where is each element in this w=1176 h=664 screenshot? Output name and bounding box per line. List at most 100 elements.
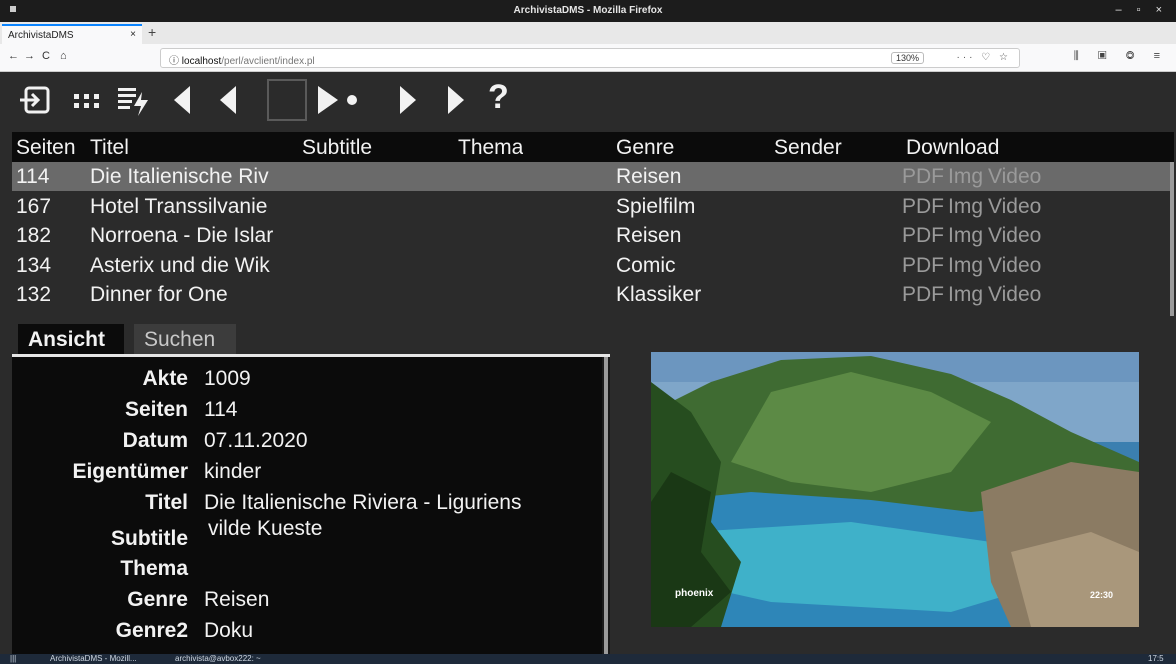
info-icon[interactable]: ⓘ — [169, 56, 182, 67]
col-subtitle[interactable]: Subtitle — [302, 136, 372, 160]
grid-icon[interactable] — [70, 76, 106, 124]
download-img-link[interactable]: Img — [948, 165, 983, 189]
table-scrollbar[interactable] — [1170, 162, 1174, 316]
col-download[interactable]: Download — [906, 136, 999, 160]
download-video-link[interactable]: Video — [988, 224, 1041, 248]
tab-suchen[interactable]: Suchen — [134, 324, 236, 354]
field-value[interactable]: Doku — [204, 619, 253, 643]
download-pdf-link[interactable]: PDF — [902, 224, 944, 248]
taskbar-item-terminal[interactable]: archivista@avbox222: ~ — [175, 654, 261, 663]
url-host: localhost — [181, 56, 222, 67]
field-label: Datum — [122, 429, 188, 452]
col-sender[interactable]: Sender — [774, 136, 842, 160]
field-titel: Titel Die Italienische Riviera - Ligurien… — [12, 487, 602, 518]
download-img-link[interactable]: Img — [948, 195, 983, 219]
home-icon[interactable]: ⌂ — [60, 50, 67, 62]
taskbar-clock: 17:5 — [1148, 654, 1164, 663]
help-icon[interactable]: ? — [488, 78, 509, 126]
table-row[interactable]: 114 Die Italienische Riv Reisen PDF Img Video — [12, 162, 1170, 191]
os-taskbar: ||| ArchivistaDMS - Mozill... archivista… — [0, 654, 1176, 664]
page-actions-icon[interactable]: ··· ♡ ☆ — [957, 52, 1011, 63]
window-controls[interactable]: – ▫ × — [1115, 4, 1168, 16]
download-img-link[interactable]: Img — [948, 254, 983, 278]
zoom-level[interactable]: 130% — [890, 52, 924, 64]
col-thema[interactable]: Thema — [458, 136, 523, 160]
table-row[interactable]: 167 Hotel Transsilvanie Spielfilm PDF Img Vid… — [12, 192, 1170, 221]
last-icon[interactable] — [442, 76, 472, 124]
document-table: Seiten Titel Subtitle Thema Genre Sender… — [12, 132, 1174, 316]
field-value[interactable]: Die Italienische Riviera - Liguriens — [204, 491, 521, 515]
list-action-icon[interactable] — [114, 76, 154, 124]
apps-menu-icon[interactable]: ||| — [10, 654, 16, 663]
url-bar[interactable]: ⓘ localhost/perl/avclient/index.pl 130% … — [160, 48, 1020, 68]
table-header: Seiten Titel Subtitle Thema Genre Sender… — [12, 132, 1174, 162]
col-genre[interactable]: Genre — [616, 136, 674, 160]
download-pdf-link[interactable]: PDF — [902, 195, 944, 219]
cell-seiten: 182 — [16, 224, 52, 247]
field-value[interactable]: kinder — [204, 460, 261, 484]
field-label: Eigentümer — [72, 460, 188, 483]
download-video-link[interactable]: Video — [988, 283, 1041, 307]
field-value[interactable]: vilde Kueste — [208, 517, 322, 541]
col-titel[interactable]: Titel — [90, 136, 129, 160]
login-icon[interactable] — [18, 76, 58, 124]
field-label: Seiten — [124, 398, 188, 421]
next-icon[interactable] — [394, 76, 424, 124]
table-row[interactable]: 182 Norroena - Die Islar Reisen PDF Img Video — [12, 221, 1170, 250]
field-thema: Thema — [12, 553, 602, 584]
reload-icon[interactable]: C — [42, 50, 50, 62]
new-tab-button[interactable]: + — [148, 24, 156, 40]
tab-ansicht[interactable]: Ansicht — [18, 324, 124, 354]
prev-icon[interactable] — [214, 76, 244, 124]
cell-titel: Die Italienische Riv — [90, 165, 269, 188]
cell-titel: Asterix und die Wik — [90, 253, 270, 277]
table-row[interactable]: 134 Asterix und die Wik Comic PDF Img Video — [12, 251, 1170, 280]
panel-scrollbar[interactable] — [602, 357, 610, 657]
download-img-link[interactable]: Img — [948, 283, 983, 307]
play-next-icon[interactable] — [314, 76, 364, 124]
tab-close-icon[interactable]: × — [130, 29, 136, 40]
field-label: Titel — [145, 491, 188, 514]
download-video-link[interactable]: Video — [988, 195, 1041, 219]
field-eigentuemer: Eigentümer kinder — [12, 456, 602, 487]
app-area: ? Seiten Titel Subtitle Thema Genre Send… — [0, 72, 1176, 657]
browser-tab[interactable]: ArchivistaDMS × — [2, 24, 142, 44]
field-value[interactable]: Reisen — [204, 588, 269, 612]
cell-titel: Dinner for One — [90, 283, 228, 306]
field-akte: Akte 1009 — [12, 363, 602, 394]
cell-genre: Spielfilm — [616, 194, 696, 218]
taskbar-item-firefox[interactable]: ArchivistaDMS - Mozill... — [50, 654, 137, 663]
cell-titel: Norroena - Die Islar — [90, 224, 274, 247]
download-pdf-link[interactable]: PDF — [902, 165, 944, 189]
field-genre2: Genre2 Doku — [12, 615, 602, 646]
download-video-link[interactable]: Video — [988, 254, 1041, 278]
cell-genre: Reisen — [616, 224, 682, 247]
browser-navbar: ← → C ⌂ ⓘ localhost/perl/avclient/index.… — [0, 44, 1176, 72]
video-frame — [651, 352, 1139, 627]
table-row[interactable]: 132 Dinner for One Klassiker PDF Img Video — [12, 280, 1170, 309]
field-value[interactable]: 114 — [204, 398, 237, 422]
window-titlebar: ArchivistaDMS - Mozilla Firefox – ▫ × — [0, 0, 1176, 22]
cell-seiten: 132 — [16, 283, 52, 306]
browser-tabbar: ArchivistaDMS × + — [0, 22, 1176, 44]
scrollbar-thumb[interactable] — [604, 357, 608, 657]
cell-genre: Klassiker — [616, 283, 702, 306]
first-icon[interactable] — [168, 76, 198, 124]
download-video-link[interactable]: Video — [988, 165, 1041, 189]
download-pdf-link[interactable]: PDF — [902, 283, 944, 307]
page-box-icon[interactable] — [266, 76, 310, 124]
browser-tools-icon[interactable]: ⫼ ▣ ◎ ≡ — [1074, 50, 1168, 63]
back-icon[interactable]: ← — [8, 50, 19, 62]
forward-icon[interactable]: → — [24, 50, 35, 62]
download-pdf-link[interactable]: PDF — [902, 254, 944, 278]
field-subtitle: Subtitle vilde Kueste — [12, 517, 602, 550]
field-value[interactable]: 07.11.2020 — [204, 429, 308, 453]
cell-titel: Hotel Transsilvanie — [90, 194, 268, 218]
download-img-link[interactable]: Img — [948, 224, 983, 248]
col-seiten[interactable]: Seiten — [16, 136, 76, 160]
video-preview[interactable]: phoenix 22:30 — [651, 352, 1139, 627]
url-path: /perl/avclient/index.pl — [221, 56, 315, 67]
field-value[interactable]: 1009 — [204, 367, 251, 391]
field-label: Thema — [120, 557, 188, 580]
field-label: Genre2 — [115, 619, 188, 642]
